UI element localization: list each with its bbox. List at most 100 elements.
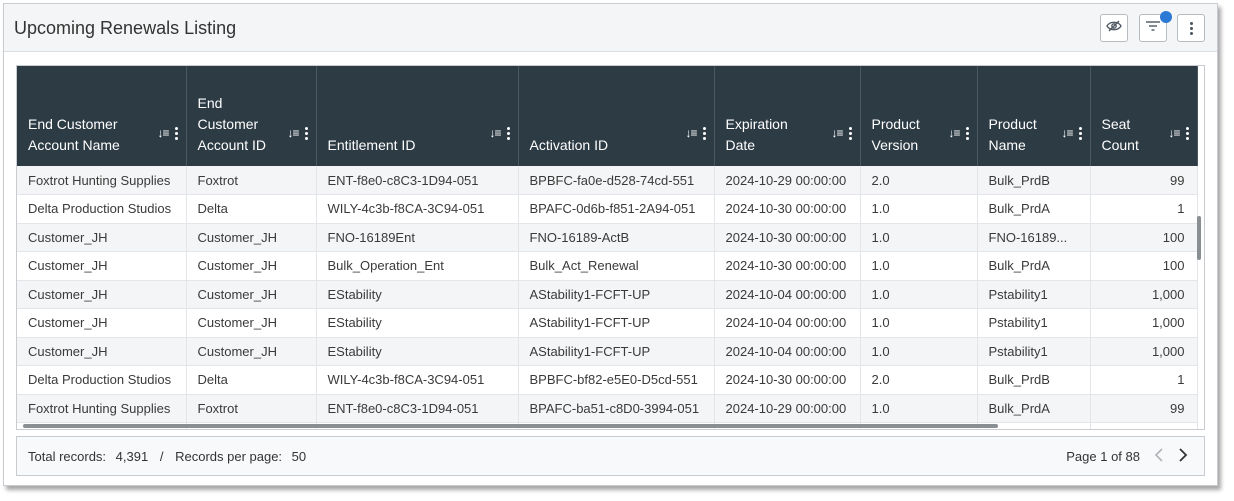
- sort-icon[interactable]: ↓≡: [1061, 123, 1073, 144]
- cell-entitlement-id: Bulk_Operation_Ent: [316, 251, 519, 281]
- column-menu-icon[interactable]: [1078, 127, 1082, 140]
- column-header-seat-count[interactable]: Seat Count ↓≡: [1090, 66, 1198, 166]
- cell-account-id: Customer_JH: [186, 280, 317, 309]
- column-menu-icon[interactable]: [174, 127, 178, 140]
- cell-expiration-date: 2024-10-30 00:00:00: [714, 194, 861, 224]
- column-menu-icon[interactable]: [702, 127, 706, 140]
- cell-entitlement-id: EStability: [316, 337, 519, 366]
- sort-icon[interactable]: ↓≡: [157, 123, 169, 144]
- cell-seat-count: 1,000: [1090, 422, 1198, 429]
- sort-icon[interactable]: ↓≡: [287, 123, 299, 144]
- sort-icon[interactable]: ↓≡: [831, 123, 843, 144]
- table-header-row: End Customer Account Name ↓≡ End Customer …: [17, 66, 1198, 166]
- filter-icon: [1145, 19, 1161, 37]
- sort-icon[interactable]: ↓≡: [685, 123, 697, 144]
- column-header-actions: ↓≡: [489, 123, 510, 144]
- cell-account-id: Customer_JH: [186, 251, 317, 281]
- renewals-table-container[interactable]: End Customer Account Name ↓≡ End Customer …: [16, 65, 1205, 430]
- table-row[interactable]: Foxtrot Hunting Supplies Foxtrot ENT-f8e0-…: [17, 166, 1198, 195]
- cell-entitlement-id: EStability: [316, 308, 519, 338]
- cell-activation-id: AStability1-FCFT-UP: [518, 308, 715, 338]
- cell-product-name: Bulk_PrdA: [977, 194, 1091, 224]
- column-header-activation-id[interactable]: Activation ID ↓≡: [518, 66, 715, 166]
- column-menu-icon[interactable]: [304, 127, 308, 140]
- cell-entitlement-id: WILY-4c3b-f8CA-3C94-051: [316, 194, 519, 224]
- column-header-label: Activation ID: [529, 137, 609, 153]
- horizontal-scrollbar[interactable]: [23, 424, 998, 428]
- cell-seat-count: 1,000: [1090, 280, 1198, 309]
- total-records-label: Total records:: [28, 449, 107, 464]
- cell-seat-count: 1: [1090, 194, 1198, 224]
- cell-expiration-date: 2024-10-04 00:00:00: [714, 280, 861, 309]
- table-row[interactable]: Delta Production Studios Delta WILY-4c3b-f…: [17, 365, 1198, 395]
- cell-activation-id: BPAFC-ba51-c8D0-3994-051: [518, 394, 715, 423]
- cell-account-name: Foxtrot Hunting Supplies: [17, 394, 187, 423]
- table-row[interactable]: Customer_JHCustomer_JHEStabilityAStabili…: [17, 337, 1198, 366]
- column-header-label: Seat Count: [1101, 116, 1139, 153]
- table-footer: Total records: 4,391 / Records per page:…: [16, 436, 1205, 476]
- column-header-product-version[interactable]: Product Version ↓≡: [860, 66, 978, 166]
- cell-seat-count: 100: [1090, 223, 1198, 252]
- cell-product-version: 2.0: [860, 365, 978, 395]
- table-row[interactable]: Customer_JHCustomer_JHEStabilityAStabili…: [17, 280, 1198, 309]
- cell-seat-count: 1,000: [1090, 337, 1198, 366]
- column-header-account-name[interactable]: End Customer Account Name ↓≡: [17, 66, 187, 166]
- records-per-page-value: 50: [291, 449, 307, 464]
- cell-expiration-date: 2024-10-30 00:00:00: [714, 251, 861, 281]
- separator: /: [159, 449, 164, 464]
- table-body: Foxtrot Hunting Supplies Foxtrot ENT-f8e0-…: [17, 166, 1198, 429]
- cell-account-id: Foxtrot: [186, 166, 317, 195]
- cell-account-id: Customer_JH: [186, 337, 317, 366]
- cell-entitlement-id: EStability: [316, 280, 519, 309]
- cell-seat-count: 99: [1090, 394, 1198, 423]
- table-row[interactable]: Customer_JH Customer_JH FNO-16189Ent FNO-16…: [17, 223, 1198, 252]
- cell-account-id: Foxtrot: [186, 394, 317, 423]
- renewals-panel: Upcoming Renewals Listing End Customer A…: [3, 3, 1218, 486]
- column-header-label: End Customer Account Name: [28, 116, 120, 153]
- filter-button[interactable]: [1139, 11, 1172, 42]
- cell-activation-id: BPBFC-fa0e-d528-74cd-551: [518, 166, 715, 195]
- sort-icon[interactable]: ↓≡: [1168, 123, 1180, 144]
- table-row[interactable]: Delta Production Studios Delta WILY-4c3b-f…: [17, 194, 1198, 224]
- cell-expiration-date: 2024-10-30 00:00:00: [714, 365, 861, 395]
- cell-account-id: Delta: [186, 194, 317, 224]
- cell-expiration-date: 2024-10-04 00:00:00: [714, 337, 861, 366]
- hide-columns-button[interactable]: [1100, 14, 1128, 42]
- column-header-account-id[interactable]: End Customer Account ID ↓≡: [186, 66, 317, 166]
- table-row[interactable]: Customer_JH Customer_JH Bulk_Operation_Ent…: [17, 251, 1198, 281]
- prev-page-button[interactable]: [1154, 448, 1164, 464]
- cell-activation-id: FNO-16189-ActB: [518, 223, 715, 252]
- cell-activation-id: BPBFC-bf82-e5E0-D5cd-551: [518, 365, 715, 395]
- column-header-expiration-date[interactable]: Expiration Date ↓≡: [714, 66, 861, 166]
- panel-header: Upcoming Renewals Listing: [4, 4, 1217, 52]
- cell-product-name: Pstability1: [977, 337, 1091, 366]
- column-header-product-name[interactable]: Product Name ↓≡: [977, 66, 1091, 166]
- table-row[interactable]: Foxtrot Hunting Supplies Foxtrot ENT-f8e0-…: [17, 394, 1198, 423]
- chevron-right-icon: [1179, 448, 1188, 462]
- column-menu-icon[interactable]: [848, 127, 852, 140]
- pagination: Page 1 of 88: [1066, 448, 1188, 464]
- column-header-actions: ↓≡: [1061, 123, 1082, 144]
- sort-icon[interactable]: ↓≡: [489, 123, 501, 144]
- vertical-scrollbar[interactable]: [1197, 216, 1201, 260]
- next-page-button[interactable]: [1178, 448, 1188, 464]
- table-row[interactable]: Customer_JHCustomer_JHEStabilityAStabili…: [17, 308, 1198, 338]
- column-menu-icon[interactable]: [1185, 127, 1189, 140]
- cell-product-version: 1.0: [860, 251, 978, 281]
- sort-icon[interactable]: ↓≡: [948, 123, 960, 144]
- column-menu-icon[interactable]: [506, 127, 510, 140]
- panel-menu-button[interactable]: [1177, 14, 1205, 42]
- cell-product-version: 1.0: [860, 394, 978, 423]
- cell-account-name: Delta Production Studios: [17, 365, 187, 395]
- cell-entitlement-id: FNO-16189Ent: [316, 223, 519, 252]
- column-menu-icon[interactable]: [965, 127, 969, 140]
- column-header-actions: ↓≡: [1168, 123, 1189, 144]
- records-summary: Total records: 4,391 / Records per page:…: [28, 449, 306, 464]
- cell-account-name: Customer_JH: [17, 337, 187, 366]
- cell-product-name: Pstability1: [977, 308, 1091, 338]
- cell-entitlement-id: ENT-f8e0-c8C3-1D94-051: [316, 166, 519, 195]
- column-header-entitlement-id[interactable]: Entitlement ID ↓≡: [316, 66, 519, 166]
- cell-seat-count: 1,000: [1090, 308, 1198, 338]
- cell-product-name: Bulk_PrdB: [977, 166, 1091, 195]
- column-header-actions: ↓≡: [948, 123, 969, 144]
